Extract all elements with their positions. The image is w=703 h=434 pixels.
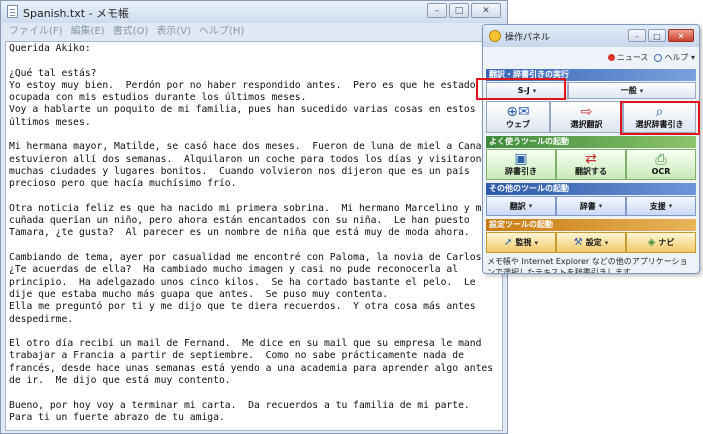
web-button[interactable]: ⊕✉ ウェブ bbox=[486, 101, 550, 133]
translate-button[interactable]: ⇄ 翻訳する bbox=[556, 149, 626, 180]
field-dropdown[interactable]: 一般 ▾ bbox=[568, 82, 696, 99]
menu-file[interactable]: ファイル(F) bbox=[9, 23, 63, 41]
arrow-translate-icon: ⇨ bbox=[580, 103, 593, 120]
support-menu-button[interactable]: 支援 ▾ bbox=[626, 196, 696, 216]
minimize-button[interactable]: – bbox=[427, 3, 447, 18]
close-button[interactable]: ✕ bbox=[471, 3, 501, 18]
chevron-down-icon: ▾ bbox=[604, 238, 609, 247]
translate-icon: ⇄ bbox=[585, 151, 597, 167]
scanner-icon: ⎙ bbox=[655, 152, 667, 168]
cursor-icon: ➚ bbox=[504, 236, 513, 248]
chevron-down-icon: ▾ bbox=[598, 202, 603, 210]
notepad-titlebar[interactable]: Spanish.txt - メモ帳 – □ ✕ bbox=[1, 1, 507, 23]
chevron-down-icon: ▾ bbox=[528, 202, 533, 210]
translate-menu-button[interactable]: 翻訳 ▾ bbox=[486, 196, 556, 216]
shield-icon: ◈ bbox=[647, 236, 656, 248]
section-other: その他のツールの起動 bbox=[486, 183, 696, 195]
frequent-tools-row: ▣ 辞書引き ⇄ 翻訳する ⎙ OCR bbox=[486, 149, 696, 180]
letter-text[interactable]: Querida Akiko: ¿Qué tal estás? Yo estoy … bbox=[6, 42, 502, 430]
book-lookup-icon: ⌕ bbox=[655, 103, 664, 120]
chevron-down-icon: ▾ bbox=[668, 202, 673, 210]
ocr-button[interactable]: ⎙ OCR bbox=[626, 149, 696, 180]
direction-dropdown[interactable]: S-J ▾ bbox=[486, 82, 568, 99]
translate-actions-row: ⊕✉ ウェブ ⇨ 選択翻訳 ⌕ 選択辞書引き bbox=[486, 101, 696, 133]
panel-title: 操作パネル bbox=[505, 33, 551, 43]
panel-close-button[interactable]: ✕ bbox=[668, 29, 694, 42]
chevron-down-icon: ▾ bbox=[534, 238, 538, 247]
notepad-text-area[interactable]: Querida Akiko: ¿Qué tal estás? Yo estoy … bbox=[5, 41, 503, 431]
news-link[interactable]: ニュース bbox=[607, 52, 648, 63]
panel-minimize-button[interactable]: – bbox=[628, 29, 646, 42]
notepad-menubar: ファイル(F) 編集(E) 書式(O) 表示(V) ヘルプ(H) bbox=[1, 23, 507, 41]
panel-titlebar[interactable]: 操作パネル – □ ✕ bbox=[483, 25, 699, 47]
notepad-caption-buttons: – □ ✕ bbox=[425, 3, 501, 18]
menu-help[interactable]: ヘルプ(H) bbox=[199, 23, 244, 41]
section-frequent: よく使うツールの起動 bbox=[486, 136, 696, 148]
notepad-window: Spanish.txt - メモ帳 – □ ✕ ファイル(F) 編集(E) 書式… bbox=[0, 0, 508, 434]
notepad-icon bbox=[7, 5, 18, 18]
globe-mail-icon: ⊕✉ bbox=[506, 103, 530, 120]
menu-format[interactable]: 書式(O) bbox=[113, 23, 149, 41]
selection-translate-button[interactable]: ⇨ 選択翻訳 bbox=[550, 101, 623, 133]
control-panel-window: 操作パネル – □ ✕ ニュース ヘルプ ▾ 翻訳・辞書引きの実行 S-J ▾ 一… bbox=[482, 24, 700, 274]
panel-maximize-button[interactable]: □ bbox=[648, 29, 666, 42]
section-settings: 設定ツールの起動 bbox=[486, 219, 696, 231]
help-icon bbox=[654, 53, 663, 62]
settings-tools-row: ➚ 監視 ▾ ⚒ 設定 ▾ ◈ ナビ bbox=[486, 232, 696, 253]
selection-dictionary-button[interactable]: ⌕ 選択辞書引き bbox=[623, 101, 696, 133]
maximize-button[interactable]: □ bbox=[449, 3, 469, 18]
panel-logo-icon bbox=[489, 30, 501, 42]
chevron-down-icon: ▾ bbox=[639, 86, 644, 95]
dictionary-book-icon: ▣ bbox=[514, 151, 528, 167]
panel-toolbar: ニュース ヘルプ ▾ bbox=[602, 52, 695, 63]
monitor-button[interactable]: ➚ 監視 ▾ bbox=[486, 232, 556, 253]
menu-view[interactable]: 表示(V) bbox=[156, 23, 191, 41]
menu-edit[interactable]: 編集(E) bbox=[71, 23, 105, 41]
other-tools-row: 翻訳 ▾ 辞書 ▾ 支援 ▾ bbox=[486, 196, 696, 216]
settings-button[interactable]: ⚒ 設定 ▾ bbox=[556, 232, 626, 253]
wrench-icon: ⚒ bbox=[573, 236, 583, 248]
panel-caption-buttons: – □ ✕ bbox=[626, 29, 694, 42]
notepad-title: Spanish.txt - メモ帳 bbox=[23, 7, 130, 20]
help-link[interactable]: ヘルプ ▾ bbox=[654, 52, 695, 63]
dictionary-menu-button[interactable]: 辞書 ▾ bbox=[556, 196, 626, 216]
navi-button[interactable]: ◈ ナビ bbox=[626, 232, 696, 253]
direction-row: S-J ▾ 一般 ▾ bbox=[486, 82, 696, 99]
panel-description: メモ帳や Internet Explorer などの他のアプリケーションで選択し… bbox=[487, 257, 688, 274]
news-icon bbox=[607, 54, 615, 61]
chevron-down-icon: ▾ bbox=[532, 86, 537, 95]
dictionary-lookup-button[interactable]: ▣ 辞書引き bbox=[486, 149, 556, 180]
section-translate: 翻訳・辞書引きの実行 bbox=[486, 69, 696, 81]
